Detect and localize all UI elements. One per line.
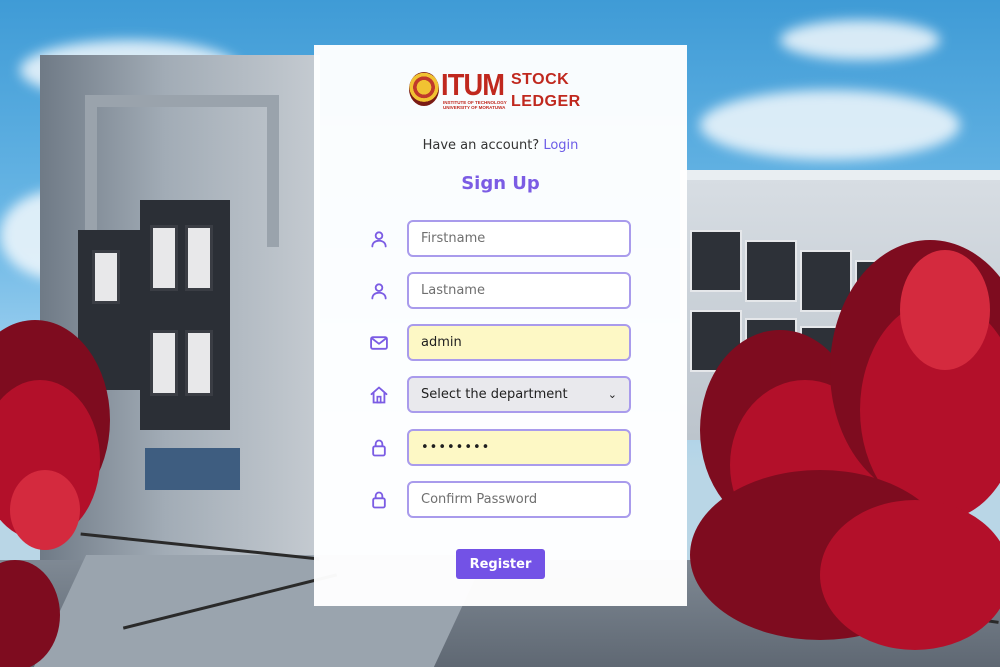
page-title: Sign Up bbox=[461, 173, 540, 194]
department-row: Select the department ⌄ bbox=[368, 376, 632, 414]
app-name: STOCK LEDGER bbox=[511, 69, 581, 113]
logo-subtitle: INSTITUTE OF TECHNOLOGY UNIVERSITY OF MO… bbox=[443, 100, 507, 110]
confirm-password-input[interactable]: Confirm Password bbox=[407, 481, 631, 518]
firstname-input[interactable]: Firstname bbox=[407, 220, 631, 257]
app-name-line2: LEDGER bbox=[511, 93, 581, 110]
department-selected: Select the department bbox=[421, 387, 568, 402]
email-row: admin bbox=[368, 324, 632, 362]
signup-card: ITUM INSTITUTE OF TECHNOLOGY UNIVERSITY … bbox=[314, 45, 687, 606]
login-link[interactable]: Login bbox=[543, 138, 578, 153]
email-input[interactable]: admin bbox=[407, 324, 631, 361]
password-input[interactable]: •••••••• bbox=[407, 429, 631, 466]
lock-icon bbox=[372, 491, 386, 509]
envelope-icon bbox=[370, 336, 388, 350]
app-name-line1: STOCK bbox=[511, 71, 570, 88]
password-row: •••••••• bbox=[368, 429, 632, 467]
home-icon bbox=[370, 386, 388, 404]
logo-brand: ITUM bbox=[441, 67, 505, 102]
firstname-row: Firstname bbox=[368, 220, 632, 258]
user-icon bbox=[371, 231, 387, 248]
confirm-password-row: Confirm Password bbox=[368, 481, 632, 519]
lastname-input[interactable]: Lastname bbox=[407, 272, 631, 309]
account-prompt-text: Have an account? bbox=[422, 138, 540, 153]
account-prompt: Have an account? Login bbox=[314, 138, 687, 153]
lock-icon bbox=[372, 439, 386, 457]
department-select[interactable]: Select the department ⌄ bbox=[407, 376, 631, 413]
user-icon bbox=[371, 283, 387, 300]
chevron-down-icon: ⌄ bbox=[607, 388, 617, 401]
university-seal-icon bbox=[409, 72, 439, 106]
itum-logo: ITUM INSTITUTE OF TECHNOLOGY UNIVERSITY … bbox=[409, 67, 589, 117]
lastname-row: Lastname bbox=[368, 272, 632, 310]
register-button[interactable]: Register bbox=[456, 549, 545, 579]
